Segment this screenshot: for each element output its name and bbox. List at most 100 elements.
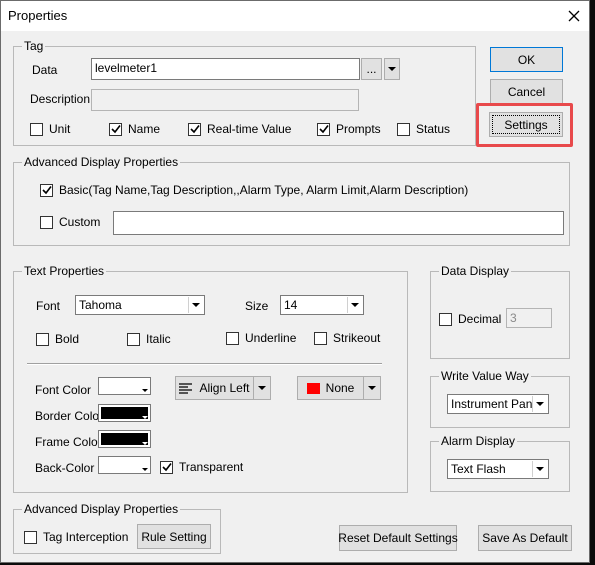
checkmark-icon: [110, 125, 121, 134]
size-select-value: 14: [284, 298, 298, 312]
write-value-way-group-label: Write Value Way: [439, 369, 531, 383]
status-checkbox[interactable]: Status: [397, 122, 450, 136]
align-dropdown[interactable]: [254, 377, 270, 399]
bold-checkbox[interactable]: Bold: [36, 332, 79, 346]
font-select-arrow: [188, 297, 203, 313]
transparent-checkbox-box: [160, 460, 173, 474]
browse-dropdown-button[interactable]: [384, 58, 400, 80]
advanced-display-group-label: Advanced Display Properties: [22, 155, 181, 169]
alarm-display-group-label: Alarm Display: [439, 434, 518, 448]
checkmark-icon: [189, 125, 200, 134]
frame-color-swatch: [101, 433, 148, 445]
chevron-down-icon: [368, 386, 376, 390]
advanced-display-group-2: Advanced Display Properties Tag Intercep…: [13, 502, 221, 554]
strikeout-checkbox-box: [314, 331, 327, 345]
size-label: Size: [245, 299, 269, 313]
align-button[interactable]: Align Left: [175, 376, 271, 400]
back-color-picker[interactable]: [98, 456, 151, 474]
cancel-button[interactable]: Cancel: [490, 79, 563, 104]
transparent-checkbox[interactable]: Transparent: [160, 460, 243, 474]
prompts-checkbox-box: [317, 122, 330, 136]
checkmark-icon: [41, 186, 52, 195]
border-color-swatch: [101, 407, 148, 419]
chevron-down-icon: [536, 467, 544, 471]
basic-checkbox-label: Basic(Tag Name,Tag Description,,Alarm Ty…: [59, 183, 469, 197]
alarm-display-select[interactable]: Text Flash: [447, 459, 549, 479]
custom-checkbox-box: [40, 215, 53, 229]
strikeout-checkbox[interactable]: Strikeout: [314, 331, 380, 345]
custom-checkbox[interactable]: Custom: [40, 215, 100, 229]
tag-group-label: Tag: [22, 39, 46, 53]
border-color-picker[interactable]: [98, 404, 151, 422]
font-label: Font: [36, 299, 61, 313]
close-button[interactable]: [563, 5, 585, 27]
name-checkbox[interactable]: Name: [109, 122, 160, 136]
status-checkbox-label: Status: [416, 122, 451, 136]
unit-checkbox-box: [30, 122, 43, 136]
back-color-swatch: [101, 459, 141, 471]
custom-input[interactable]: [113, 211, 564, 235]
window-title: Properties: [8, 8, 68, 23]
chevron-down-icon: [536, 402, 544, 406]
decimal-checkbox-label: Decimal: [458, 312, 502, 326]
text-properties-divider: [27, 363, 382, 365]
reset-default-settings-button[interactable]: Reset Default Settings: [338, 525, 458, 551]
decimal-checkbox[interactable]: Decimal: [439, 312, 501, 326]
frame-color-label: Frame Color: [35, 435, 102, 449]
status-checkbox-box: [397, 122, 410, 136]
font-color-label: Font Color: [35, 383, 92, 397]
transparent-checkbox-label: Transparent: [179, 460, 244, 474]
checkmark-icon: [161, 463, 172, 472]
italic-checkbox[interactable]: Italic: [127, 332, 171, 346]
realtime-value-checkbox-box: [188, 122, 201, 136]
align-button-main[interactable]: Align Left: [176, 377, 254, 399]
prompts-checkbox[interactable]: Prompts: [317, 122, 381, 136]
chevron-down-icon: [351, 303, 359, 307]
italic-checkbox-box: [127, 332, 140, 346]
checkmark-icon: [318, 125, 329, 134]
advanced-display-group-2-label: Advanced Display Properties: [22, 502, 181, 516]
properties-dialog: Properties Tag Data levelmeter1 ... Desc…: [0, 0, 590, 563]
underline-checkbox-box: [226, 331, 239, 345]
ok-button[interactable]: OK: [490, 47, 563, 72]
chevron-down-icon: [142, 442, 148, 445]
frame-color-picker[interactable]: [98, 430, 151, 448]
unit-checkbox[interactable]: Unit: [30, 122, 70, 136]
description-label: Description: [30, 92, 91, 106]
prompts-checkbox-label: Prompts: [336, 122, 381, 136]
rule-setting-button[interactable]: Rule Setting: [137, 524, 211, 549]
data-input[interactable]: levelmeter1: [91, 58, 360, 80]
save-as-default-button[interactable]: Save As Default: [478, 525, 572, 551]
text-properties-group-label: Text Properties: [22, 264, 107, 278]
basic-checkbox[interactable]: Basic(Tag Name,Tag Description,,Alarm Ty…: [40, 183, 468, 197]
font-select[interactable]: Tahoma: [75, 295, 205, 315]
settings-button[interactable]: Settings: [489, 112, 563, 137]
data-display-group-label: Data Display: [439, 264, 512, 278]
fill-button-label: None: [325, 381, 355, 395]
font-color-picker[interactable]: [98, 377, 151, 395]
underline-checkbox[interactable]: Underline: [226, 331, 296, 345]
size-select[interactable]: 14: [280, 295, 364, 315]
decimal-input[interactable]: 3: [506, 308, 552, 328]
write-value-way-select[interactable]: Instrument Panel: [447, 394, 549, 414]
tag-interception-checkbox-label: Tag Interception: [43, 530, 129, 544]
advanced-display-group: Advanced Display Properties Basic(Tag Na…: [13, 155, 570, 246]
chevron-down-icon: [142, 389, 148, 392]
align-left-icon: [179, 382, 193, 394]
description-input[interactable]: [91, 89, 359, 111]
fill-dropdown[interactable]: [364, 377, 380, 399]
align-button-label: Align Left: [199, 381, 250, 395]
realtime-value-checkbox[interactable]: Real-time Value: [188, 122, 291, 136]
close-icon: [568, 10, 580, 22]
write-value-way-group: Write Value Way Instrument Panel: [430, 369, 570, 428]
custom-checkbox-label: Custom: [59, 215, 101, 229]
chevron-down-icon: [142, 416, 148, 419]
realtime-value-checkbox-label: Real-time Value: [207, 122, 292, 136]
font-color-swatch: [101, 380, 141, 392]
browse-button[interactable]: ...: [361, 58, 382, 80]
tag-interception-checkbox[interactable]: Tag Interception: [24, 530, 128, 544]
name-checkbox-box: [109, 122, 122, 136]
fill-button[interactable]: None: [297, 376, 381, 400]
chevron-down-icon: [142, 468, 148, 471]
fill-button-main[interactable]: None: [298, 377, 364, 399]
